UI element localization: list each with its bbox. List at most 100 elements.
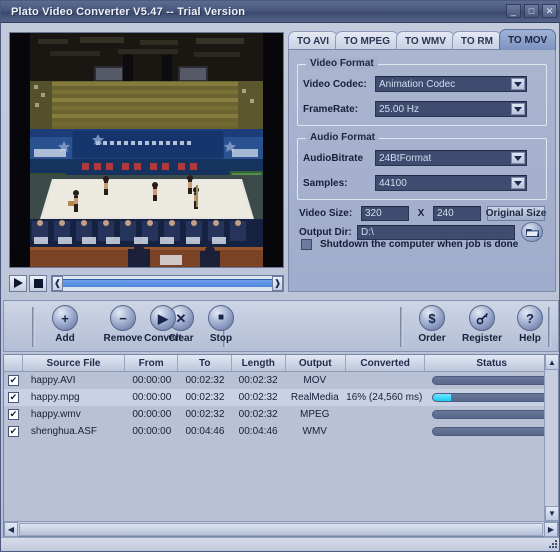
table-row[interactable]: ✔ happy.wmv 00:00:00 00:02:32 00:02:32 M… [4,406,558,423]
toolbar-separator [400,307,403,347]
stop-label: Stop [209,333,233,344]
progress-bar [431,427,551,436]
horizontal-scrollbar[interactable]: ◀ ▶ [4,521,558,537]
video-height-input[interactable]: 240 [433,206,481,221]
samples-label: Samples: [303,177,348,189]
column-header-to[interactable]: To [178,355,232,371]
video-size-row: Video Size: 320 X 240 Original Size [299,206,549,221]
format-tabs: TO AVI TO MPEG TO WMV TO RM TO MOV [288,29,558,50]
table-row[interactable]: ✔ happy.AVI 00:00:00 00:02:32 00:02:32 M… [4,372,558,389]
chevron-down-icon[interactable] [511,152,525,164]
progress-bar [431,393,551,402]
row-checkbox[interactable]: ✔ [8,409,19,420]
column-header-source-file[interactable]: Source File [23,355,125,371]
list-header: Source File From To Length Output Conver… [4,355,558,372]
stop-icon [33,278,43,288]
window-title: Plato Video Converter V5.47 -- Trial Ver… [11,5,246,18]
seek-start-handle[interactable]: ❰ [52,275,63,291]
cell-status [424,410,558,419]
video-size-label: Video Size: [299,208,353,219]
video-format-legend: Video Format [306,58,378,69]
row-checkbox[interactable]: ✔ [8,426,19,437]
list-rows: ✔ happy.AVI 00:00:00 00:02:32 00:02:32 M… [4,372,558,440]
scroll-up-button[interactable]: ▲ [545,355,559,370]
framerate-label: FrameRate: [303,103,359,115]
cell-source-file: happy.mpg [30,392,80,403]
stop-button[interactable]: ■ Stop [192,305,250,344]
table-row[interactable]: ✔ shenghua.ASF 00:00:00 00:04:46 00:04:4… [4,423,558,440]
add-button[interactable]: + Add [36,305,94,344]
output-dir-input[interactable]: D:\ [357,224,515,240]
cell-output: RealMedia [290,392,339,403]
video-codec-select[interactable]: Animation Codec [375,76,527,92]
app-window: Plato Video Converter V5.47 -- Trial Ver… [0,0,560,552]
chevron-down-icon[interactable] [511,177,525,189]
play-button[interactable] [9,274,27,292]
tab-to-avi[interactable]: TO AVI [288,31,339,50]
scroll-down-button[interactable]: ▼ [545,506,559,521]
samples-value: 44100 [379,177,407,189]
video-codec-value: Animation Codec [379,78,456,90]
video-width-input[interactable]: 320 [361,206,409,221]
column-header-check[interactable] [4,355,24,371]
seek-track[interactable] [63,279,272,287]
settings-panel: Video Format Video Codec: Animation Code… [288,49,556,292]
browse-folder-button[interactable] [521,222,543,242]
framerate-row: FrameRate: 25.00 Hz [303,101,541,117]
tab-to-rm[interactable]: TO RM [451,31,502,50]
shutdown-checkbox[interactable] [301,239,312,250]
seek-end-handle[interactable]: ❱ [272,275,283,291]
minus-icon: − [110,305,136,331]
cell-length: 00:04:46 [238,426,278,437]
scroll-left-button[interactable]: ◀ [4,521,18,537]
shutdown-label: Shutdown the computer when job is done [320,239,519,250]
stop-button[interactable] [29,274,47,292]
order-button[interactable]: $ Order [408,305,456,344]
cell-status [424,427,558,436]
scroll-right-button[interactable]: ▶ [544,521,558,537]
original-size-button[interactable]: Original Size [486,206,546,221]
tab-to-mov[interactable]: TO MOV [498,29,557,50]
table-row[interactable]: ✔ happy.mpg 00:00:00 00:02:32 00:02:32 R… [4,389,558,406]
resize-grip[interactable] [549,540,558,549]
cell-converted: 16% (24,560 ms) [346,392,423,403]
stop-glyph: ■ [217,312,225,323]
column-header-from[interactable]: From [125,355,179,371]
minimize-button[interactable]: _ [506,4,521,18]
cell-from: 00:00:00 [132,375,172,386]
cell-source-file: shenghua.ASF [30,426,98,437]
tab-to-wmv[interactable]: TO WMV [395,31,455,50]
help-button[interactable]: ? Help [508,305,552,344]
chevron-down-icon[interactable] [511,78,525,90]
close-button[interactable]: ✕ [542,4,557,18]
seek-slider[interactable]: ❰ ❱ [51,274,284,292]
cell-source-file: happy.AVI [30,375,76,386]
video-preview[interactable] [9,32,284,268]
column-header-length[interactable]: Length [232,355,286,371]
framerate-select[interactable]: 25.00 Hz [375,101,527,117]
chevron-down-icon[interactable] [511,103,525,115]
toolbar-separator [32,307,35,347]
toolbar-group-help: $ Order Register ? Help [408,305,552,344]
hscroll-thumb[interactable] [19,522,543,536]
tab-to-mpeg[interactable]: TO MPEG [335,31,399,50]
row-checkbox[interactable]: ✔ [8,392,19,403]
cell-to: 00:02:32 [185,392,225,403]
title-bar: Plato Video Converter V5.47 -- Trial Ver… [1,1,559,23]
video-frame-image [10,33,283,267]
audio-bitrate-select[interactable]: 24BtFormat [375,150,527,166]
column-header-status[interactable]: Status [425,355,558,371]
samples-select[interactable]: 44100 [375,175,527,191]
convert-button[interactable]: ▶ Convert [134,305,192,344]
column-header-converted[interactable]: Converted [346,355,426,371]
vertical-scrollbar[interactable]: ▲ ▼ [544,355,559,536]
maximize-button[interactable]: □ [524,4,539,18]
cell-length: 00:02:32 [238,392,278,403]
cell-to: 00:02:32 [185,409,225,420]
register-button[interactable]: Register [456,305,508,344]
row-checkbox[interactable]: ✔ [8,375,19,386]
toolbar-separator [548,307,551,347]
column-header-output[interactable]: Output [286,355,346,371]
minus-glyph: − [119,310,127,326]
play-icon: ▶ [150,305,176,331]
